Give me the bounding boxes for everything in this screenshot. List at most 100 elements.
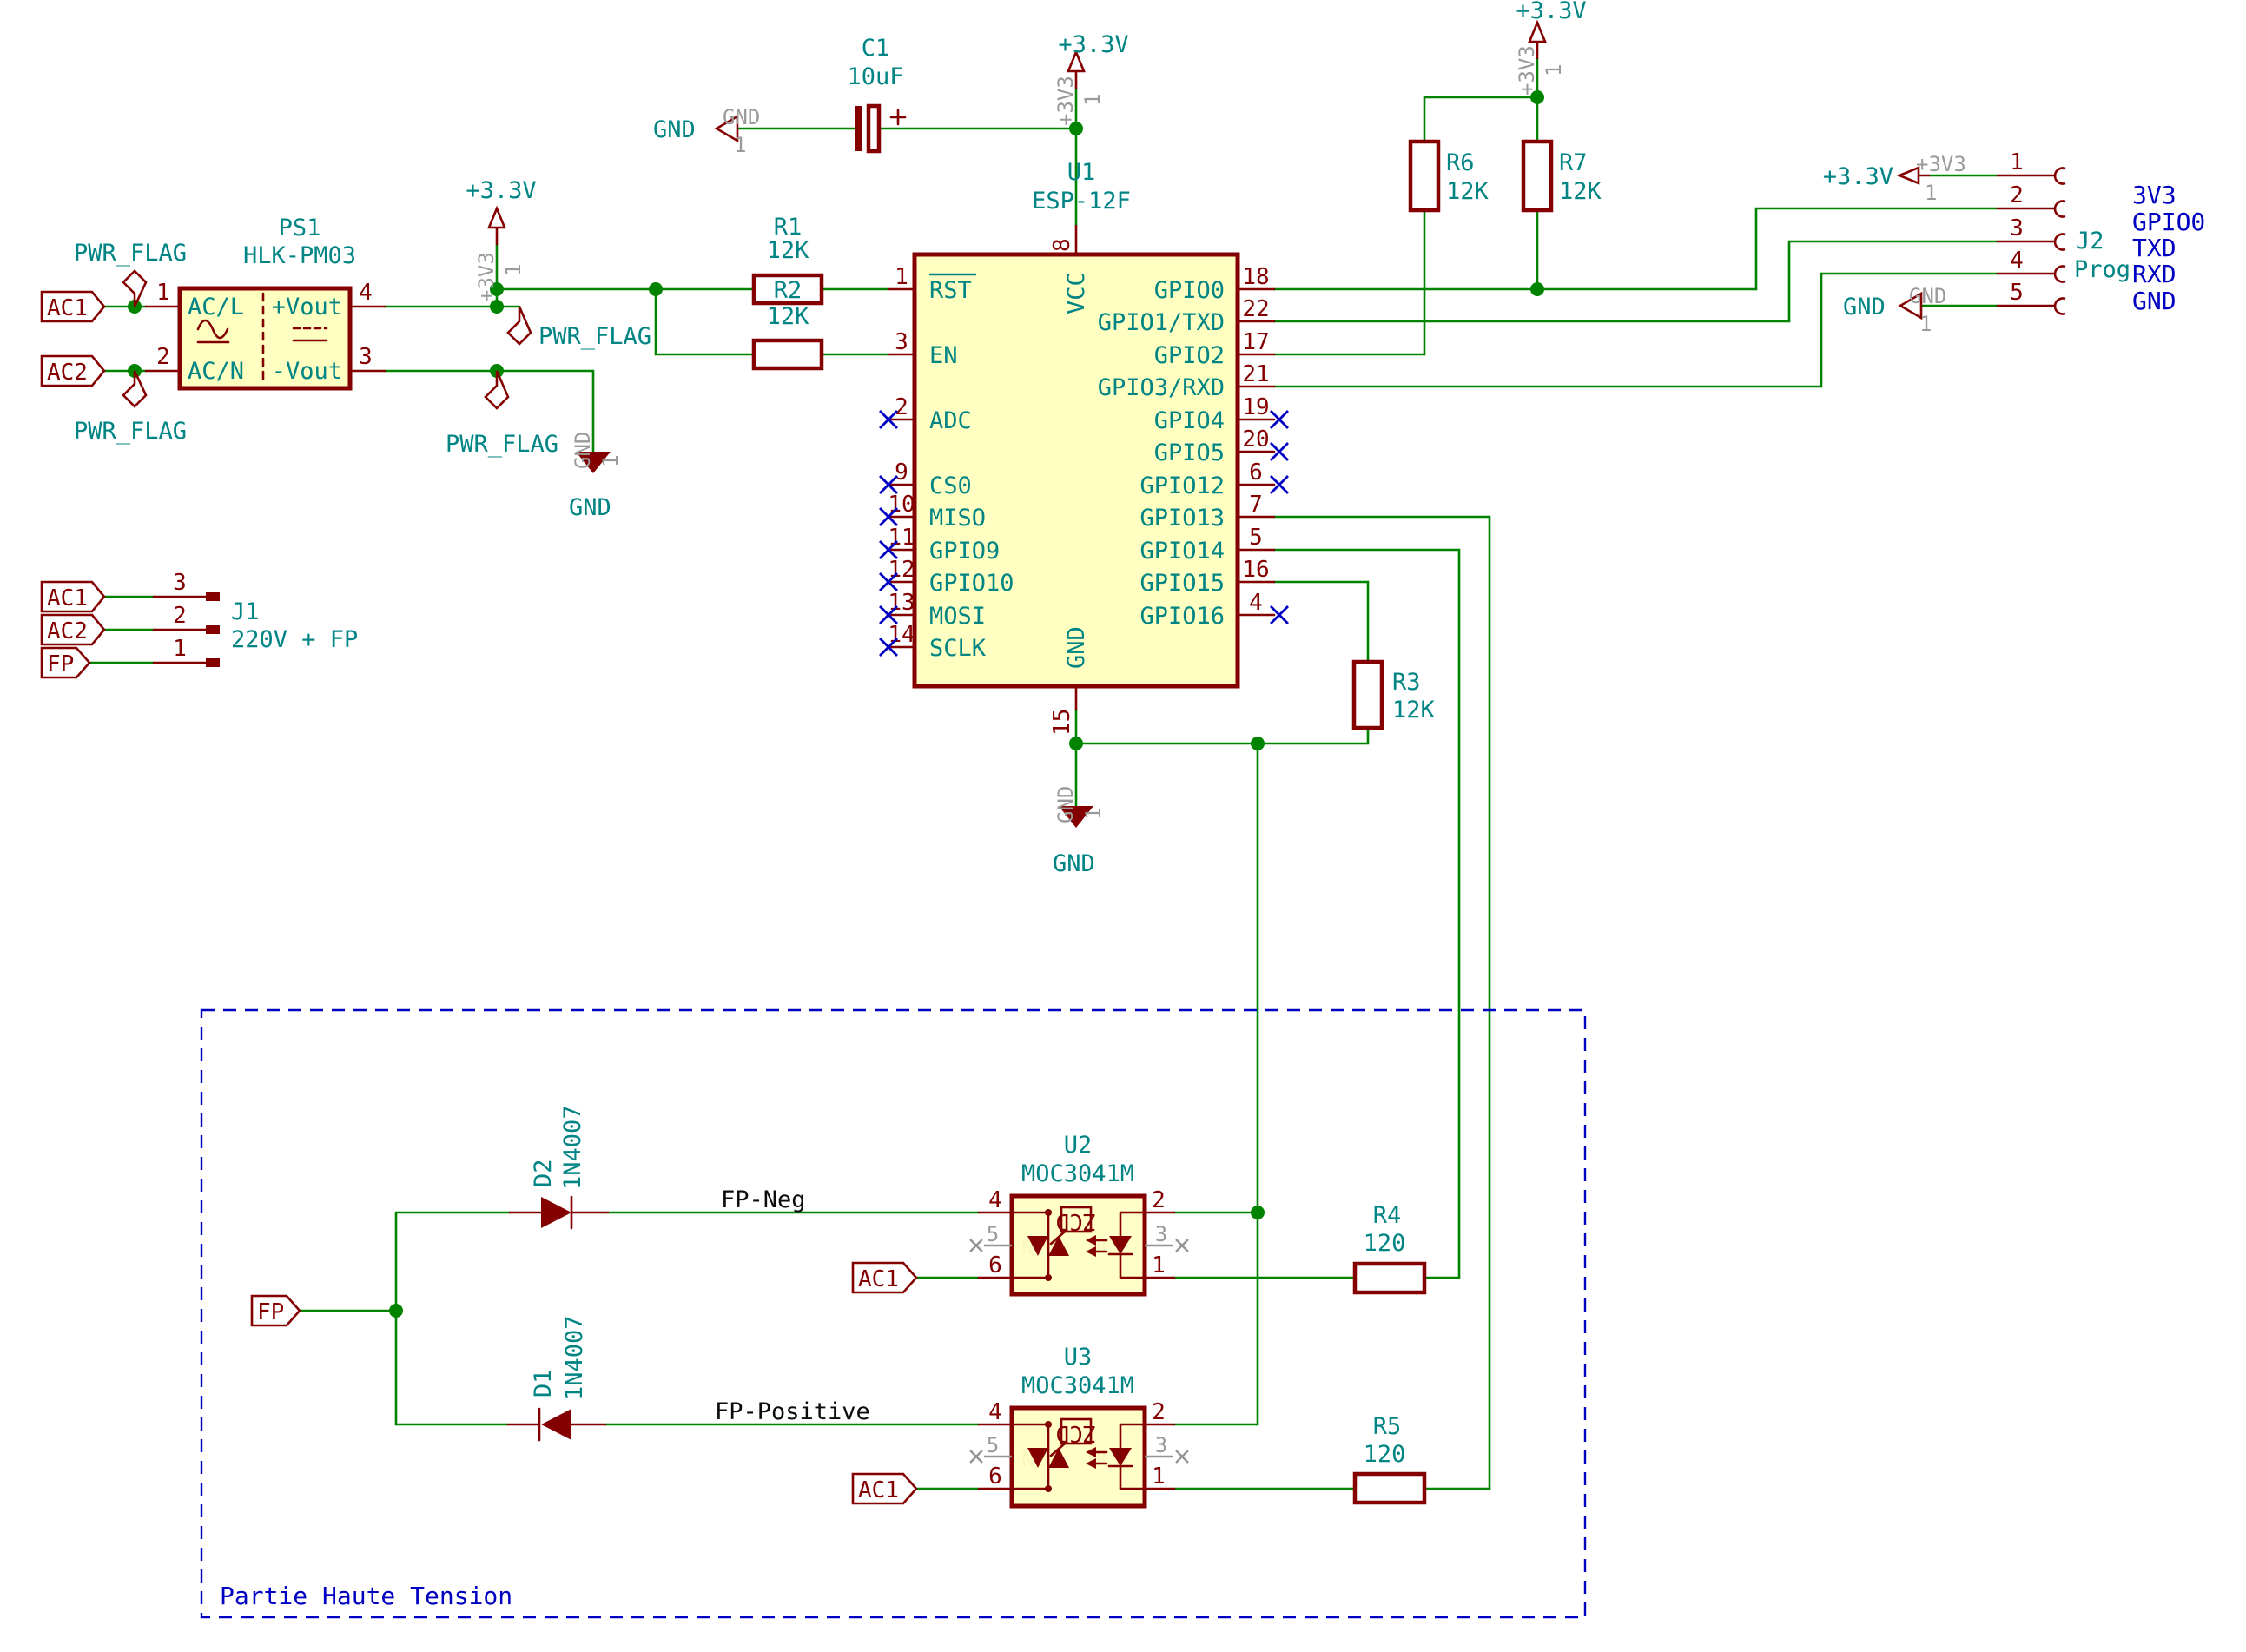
pwr-flag-1-text: PWR_FLAG: [74, 240, 187, 267]
j1-ac1-text: AC1: [47, 585, 88, 611]
ac2-label-text: AC2: [47, 360, 88, 386]
power-v33-u1[interactable]: +3.3V +3V3 1: [1054, 31, 1129, 126]
component-u1[interactable]: 8 VCC 15 GND U1 ESP-12F 1 3 2 9 10 11 12…: [888, 159, 1274, 736]
ps1-pin-acn: AC/N: [188, 358, 244, 385]
u3-ref: U3: [1064, 1344, 1093, 1371]
connector-pin-icon: [2055, 235, 2065, 250]
r3-value: 12K: [1392, 697, 1436, 724]
c1-plus-sign: [891, 110, 905, 124]
diode-icon: [541, 1197, 571, 1228]
gnd-pin-name: GND: [723, 105, 760, 129]
u1-pin-name: GPIO13: [1140, 505, 1225, 532]
v33-text: +3.3V: [1058, 31, 1128, 58]
u1-pin-num: 20: [1242, 426, 1269, 453]
power-gnd-j2[interactable]: GND GND 1: [1843, 284, 1946, 336]
gnd-pin-name: GND: [571, 432, 595, 469]
pwr-flag-2[interactable]: PWR_FLAG: [74, 371, 187, 445]
u1-pin-name: GPIO14: [1140, 538, 1225, 565]
j1-value: 220V + FP: [231, 626, 358, 653]
j2-side-labels: 3V3 GPIO0 TXD RXD GND: [2132, 181, 2205, 315]
component-u2[interactable]: NC NC 4 5 6 2 3 1 ZCD U2 MOC3041M: [970, 1132, 1188, 1294]
u3-pin-num: 1: [1152, 1464, 1166, 1490]
gnd-pin-num: 1: [598, 455, 623, 467]
power-gnd-ps1[interactable]: GND GND 1: [569, 432, 623, 521]
j1-ac2-text: AC2: [47, 618, 88, 644]
net-label-j1-ac2[interactable]: AC2: [42, 615, 104, 644]
connector-pin-icon: [2055, 267, 2065, 282]
component-r4[interactable]: R4 120: [1355, 1202, 1424, 1292]
hv-section-title: Partie Haute Tension: [220, 1582, 512, 1610]
j1-pin-num: 1: [173, 636, 187, 662]
gnd-text: GND: [1843, 294, 1886, 320]
net-label-fp[interactable]: FP: [252, 1296, 300, 1325]
component-r7[interactable]: R7 12K: [1523, 142, 1602, 210]
d2-value: 1N4007: [559, 1105, 586, 1190]
j2-side-label: GND: [2132, 287, 2177, 315]
j2-side-label: TXD: [2132, 234, 2177, 262]
u1-pin-name: GPIO9: [929, 538, 1000, 565]
pwr-flag-icon: [123, 371, 146, 406]
label-fp-neg[interactable]: FP-Neg: [721, 1186, 806, 1213]
pwr-flag-3[interactable]: PWR_FLAG: [508, 307, 651, 350]
ac1-label-text: AC1: [47, 295, 88, 321]
j2-side-label: 3V3: [2132, 181, 2177, 209]
u1-pin-num: 2: [895, 394, 908, 420]
net-label-j1-fp[interactable]: FP: [42, 648, 89, 677]
terminal-pad-icon: [206, 658, 220, 667]
u1-pin-num: 22: [1242, 296, 1269, 322]
u1-pin-num: 17: [1242, 329, 1269, 355]
net-label-ac2[interactable]: AC2: [42, 356, 104, 386]
fp-label-text: FP: [257, 1299, 284, 1325]
j2-pin-num: 2: [2010, 182, 2024, 208]
gnd-pin-name: GND: [1054, 786, 1078, 823]
terminal-pad-icon: [206, 592, 220, 601]
component-j1[interactable]: 3 2 1 J1 220V + FP: [154, 570, 358, 667]
u1-pin-name: MISO: [929, 505, 986, 532]
power-gnd-c1[interactable]: GND GND 1: [653, 105, 760, 157]
power-gnd-u1[interactable]: GND GND 1: [1053, 786, 1106, 877]
label-fp-positive[interactable]: FP-Positive: [715, 1398, 870, 1425]
r3-ref: R3: [1392, 669, 1421, 696]
power-v33-r6r7[interactable]: +3.3V +3V3 1: [1515, 0, 1587, 96]
component-r6[interactable]: R6 12K: [1410, 142, 1490, 210]
u3-zcd-text: ZCD: [1056, 1420, 1097, 1446]
component-d2[interactable]: D2 1N4007: [510, 1105, 608, 1228]
component-r3[interactable]: R3 12K: [1354, 662, 1436, 728]
pwr-flag-icon: [486, 371, 508, 408]
j1-pin-num: 3: [173, 570, 187, 596]
connector-pin-icon: [2055, 169, 2065, 184]
component-d1[interactable]: D1 1N4007: [508, 1315, 605, 1440]
r4-value: 120: [1364, 1230, 1406, 1257]
j2-pin-num: 1: [2010, 149, 2024, 175]
u2-pin-num: 4: [988, 1187, 1002, 1213]
u1-pin-name: GPIO0: [1154, 277, 1225, 304]
pwr-flag-3-text: PWR_FLAG: [538, 323, 651, 350]
net-label-ac1-u2[interactable]: AC1: [853, 1263, 916, 1292]
pwr-flag-4[interactable]: PWR_FLAG: [446, 371, 558, 458]
v33-pin-num: 1: [1080, 94, 1105, 106]
net-label-j1-ac1[interactable]: AC1: [42, 582, 104, 611]
r5-ref: R5: [1373, 1413, 1402, 1440]
ps1-pin-acl: AC/L: [188, 294, 244, 320]
component-c1[interactable]: C1 10uF: [847, 35, 905, 151]
r1-value: 12K: [767, 237, 810, 264]
net-label-ac1[interactable]: AC1: [42, 292, 104, 321]
j2-value: Prog: [2074, 256, 2130, 283]
u1-pin-name: GPIO15: [1140, 570, 1225, 597]
net-label-ac1-u3[interactable]: AC1: [853, 1474, 916, 1503]
hv-section-box: [201, 1010, 1585, 1617]
gnd-pin-num: 1: [1919, 312, 1932, 336]
power-v33-ps1[interactable]: +3.3V +3V3 1: [466, 177, 536, 302]
component-j2[interactable]: 1 2 3 4 5 J2 Prog: [1998, 149, 2130, 314]
u2-pin-num: 6: [988, 1252, 1002, 1279]
r2-ref: R2: [774, 277, 803, 304]
pwr-flag-icon: [508, 307, 531, 344]
r4-ref: R4: [1373, 1202, 1402, 1229]
u1-pin-num: 7: [1249, 492, 1263, 518]
r5-value: 120: [1364, 1441, 1406, 1468]
component-u3[interactable]: NC NC 4 5 6 2 3 1 ZCD U3 MOC3041M: [970, 1344, 1188, 1506]
ac1-u2-text: AC1: [858, 1266, 899, 1292]
schematic-drawing: PS1 HLK-PM03 AC/L +Vout AC/N -Vout 1 2 4…: [0, 0, 2246, 1652]
component-r5[interactable]: R5 120: [1355, 1413, 1424, 1503]
power-v33-j2[interactable]: +3.3V +3V3 1: [1823, 152, 1966, 205]
